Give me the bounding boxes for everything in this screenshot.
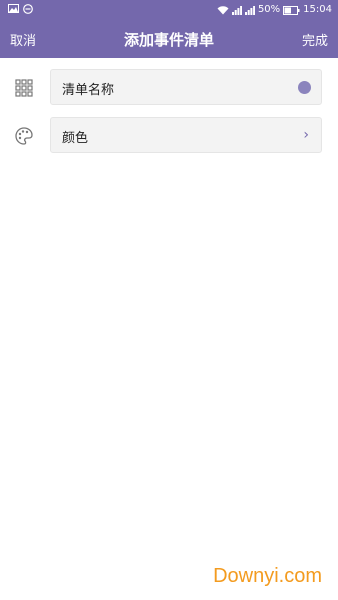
wifi-icon	[217, 5, 229, 14]
image-icon	[8, 4, 19, 13]
color-dot[interactable]	[298, 81, 311, 94]
grid-icon	[15, 79, 33, 97]
toolbar: 取消 添加事件清单 完成	[0, 20, 338, 58]
list-name-field[interactable]: 清单名称	[50, 69, 322, 105]
status-time: 15:04	[303, 4, 332, 15]
signal-icon	[231, 5, 242, 15]
battery-percent: 50%	[257, 4, 281, 15]
cancel-button[interactable]: 取消	[10, 30, 36, 49]
done-button[interactable]: 完成	[302, 30, 328, 49]
signal-icon	[244, 5, 255, 15]
app-header: 50% 15:04 取消 添加事件清单 完成	[0, 0, 338, 58]
page-title: 添加事件清单	[123, 31, 214, 49]
minus-circle-icon	[23, 4, 33, 14]
color-field[interactable]: 颜色 ›	[50, 117, 322, 153]
watermark: Downyi.com	[213, 565, 322, 587]
list-name-row: 清单名称	[0, 69, 338, 107]
battery-icon	[283, 5, 300, 15]
chevron-right-icon: ›	[303, 127, 309, 143]
list-name-label: 清单名称	[62, 83, 115, 98]
color-row: 颜色 ›	[0, 117, 338, 155]
status-bar: 50% 15:04	[0, 0, 338, 20]
palette-icon	[15, 127, 33, 145]
color-label: 颜色	[62, 131, 89, 146]
